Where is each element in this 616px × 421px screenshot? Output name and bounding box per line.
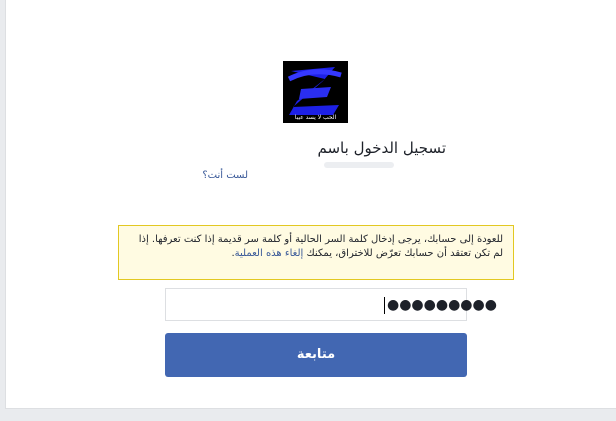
password-field[interactable]: ●●●●●●●●● <box>165 288 497 321</box>
avatar: الحب لا يسد عيبا <box>283 61 348 123</box>
notice-text: للعودة إلى حسابك، يرجى إدخال كلمة السر ا… <box>138 234 503 259</box>
continue-button[interactable]: متابعة <box>165 333 467 377</box>
page-title: تسجيل الدخول باسم <box>317 139 447 157</box>
login-card: الحب لا يسد عيبا تسجيل الدخول باسم لست أ… <box>5 0 616 409</box>
cancel-process-link[interactable]: إلغاء هذه العملية <box>235 248 304 259</box>
avatar-caption: الحب لا يسد عيبا <box>294 114 337 121</box>
text-caret <box>384 297 385 314</box>
not-you-link[interactable]: لست أنت؟ <box>186 170 248 181</box>
password-value: ●●●●●●●●● <box>387 297 497 313</box>
blurred-user-name <box>324 162 394 168</box>
notice-box: للعودة إلى حسابك، يرجى إدخال كلمة السر ا… <box>118 225 514 280</box>
